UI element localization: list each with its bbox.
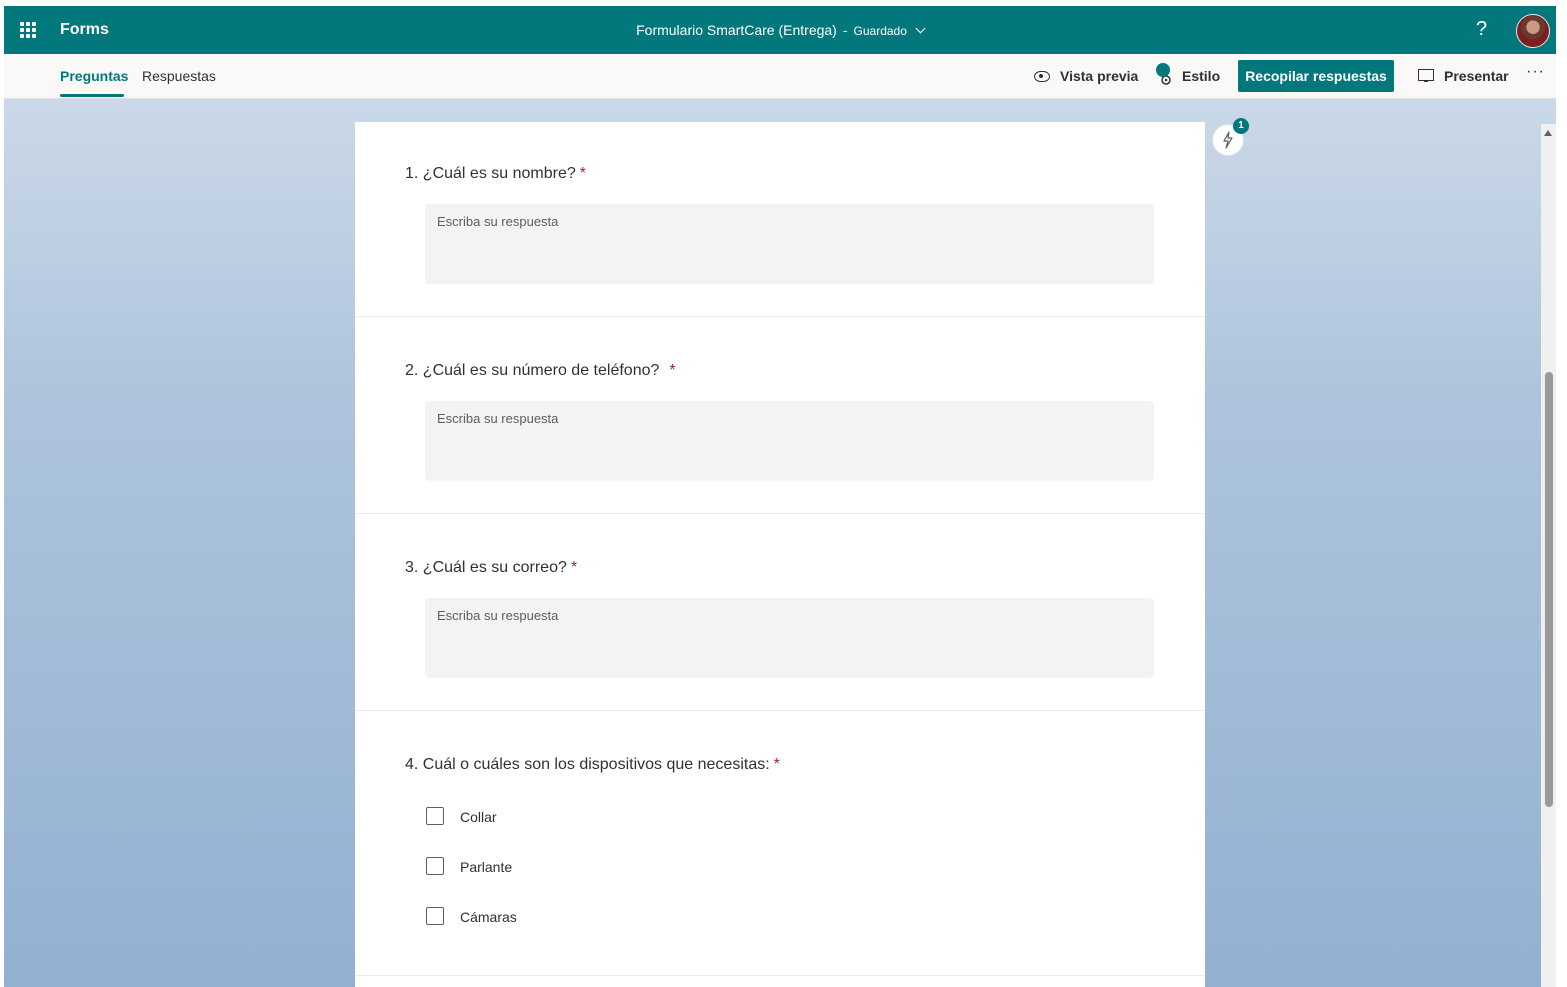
style-button[interactable]: Estilo bbox=[1182, 68, 1220, 84]
style-badge-icon bbox=[1156, 63, 1170, 77]
save-status: Guardado bbox=[853, 24, 907, 38]
answer-input[interactable] bbox=[425, 598, 1154, 633]
title-separator: - bbox=[842, 22, 848, 38]
answer-box[interactable] bbox=[425, 401, 1154, 481]
answer-box[interactable] bbox=[425, 204, 1154, 284]
question-text: ¿Cuál es su nombre? bbox=[422, 165, 576, 182]
checkbox[interactable] bbox=[426, 807, 444, 825]
question-number: 4. bbox=[405, 756, 419, 773]
command-bar: Preguntas Respuestas Vista previa Estilo… bbox=[4, 54, 1556, 99]
chevron-down-icon[interactable] bbox=[915, 23, 926, 34]
option-label: Collar bbox=[460, 809, 497, 825]
checkbox[interactable] bbox=[426, 907, 444, 925]
question-text: ¿Cuál es su número de teléfono? bbox=[422, 362, 660, 379]
question-title: 3. ¿Cuál es su correo? * bbox=[405, 559, 577, 577]
answer-input[interactable] bbox=[425, 401, 1154, 436]
question-text: Cuál o cuáles son los dispositivos que n… bbox=[422, 756, 770, 773]
preview-button[interactable]: Vista previa bbox=[1060, 68, 1138, 84]
present-button[interactable]: Presentar bbox=[1444, 68, 1509, 84]
help-icon[interactable]: ? bbox=[1476, 18, 1487, 41]
question-title: 4. Cuál o cuáles son los dispositivos qu… bbox=[405, 756, 780, 774]
checkbox[interactable] bbox=[426, 857, 444, 875]
option-label: Cámaras bbox=[460, 909, 517, 925]
question-2[interactable]: 2. ¿Cuál es su número de teléfono? * bbox=[355, 317, 1205, 514]
required-marker: * bbox=[579, 165, 586, 182]
collect-responses-button[interactable]: Recopilar respuestas bbox=[1238, 60, 1394, 92]
required-marker: * bbox=[773, 756, 780, 773]
question-3[interactable]: 3. ¿Cuál es su correo? * bbox=[355, 514, 1205, 711]
active-tab-indicator bbox=[60, 94, 124, 97]
monitor-icon bbox=[1418, 69, 1434, 82]
avatar[interactable] bbox=[1516, 14, 1550, 48]
top-bar: Forms Formulario SmartCare (Entrega) - Gua… bbox=[4, 6, 1556, 54]
option-label: Parlante bbox=[460, 859, 513, 875]
eye-icon bbox=[1034, 71, 1050, 82]
question-text: ¿Cuál es su correo? bbox=[422, 559, 567, 576]
scroll-up-arrow-icon[interactable] bbox=[1544, 130, 1552, 136]
required-marker: * bbox=[570, 559, 578, 576]
tab-preguntas[interactable]: Preguntas bbox=[60, 68, 128, 84]
question-4[interactable]: 4. Cuál o cuáles son los dispositivos qu… bbox=[355, 711, 1205, 976]
answer-box[interactable] bbox=[425, 598, 1154, 678]
question-1[interactable]: 1. ¿Cuál es su nombre? * bbox=[355, 122, 1205, 317]
vertical-scrollbar[interactable] bbox=[1541, 124, 1556, 987]
question-number: 3. bbox=[405, 559, 419, 576]
app-window: Forms Formulario SmartCare (Entrega) - Gua… bbox=[4, 6, 1556, 987]
suggestions-badge: 1 bbox=[1233, 118, 1249, 134]
required-marker: * bbox=[669, 362, 676, 379]
question-number: 2. bbox=[405, 362, 419, 379]
form-card: 1. ¿Cuál es su nombre?* 2. ¿Cuál es su n… bbox=[355, 122, 1205, 987]
scroll-thumb[interactable] bbox=[1545, 372, 1553, 807]
document-title: Formulario SmartCare (Entrega) bbox=[636, 22, 837, 38]
question-title: 1. ¿Cuál es su nombre? * bbox=[405, 165, 586, 183]
answer-input[interactable] bbox=[425, 204, 1154, 239]
more-options-icon[interactable]: ··· bbox=[1526, 63, 1545, 81]
question-title: 2. ¿Cuál es su número de teléfono? * bbox=[405, 362, 676, 380]
document-title-bar[interactable]: Formulario SmartCare (Entrega) - Guardado bbox=[4, 22, 1556, 38]
question-number: 1. bbox=[405, 165, 419, 182]
tab-respuestas[interactable]: Respuestas bbox=[142, 68, 216, 84]
